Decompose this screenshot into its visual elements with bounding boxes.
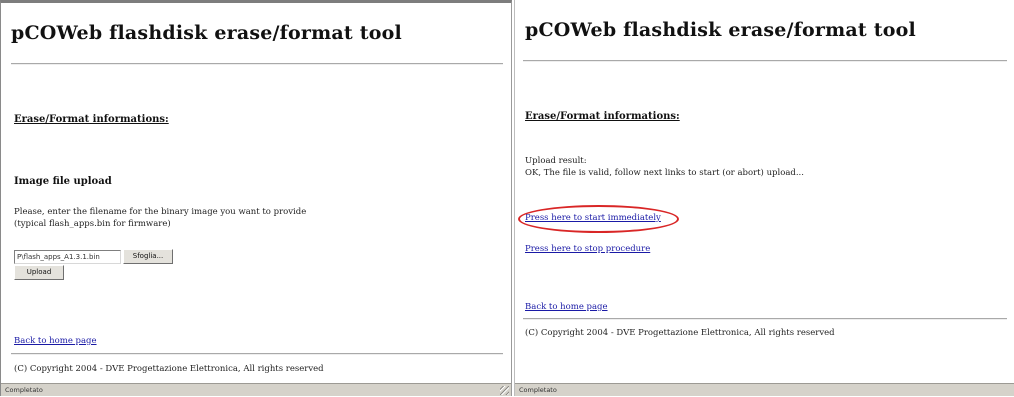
- status-bar: Completato: [515, 383, 1014, 396]
- upload-button[interactable]: Upload: [14, 265, 64, 280]
- status-bar: Completato: [1, 383, 511, 396]
- title-divider: [523, 60, 1007, 62]
- copyright-text: (C) Copyright 2004 - DVE Progettazione E…: [14, 364, 324, 374]
- copyright-text: (C) Copyright 2004 - DVE Progettazione E…: [525, 328, 835, 338]
- page-title: pCOWeb flashdisk erase/format tool: [11, 22, 402, 44]
- footer-divider: [11, 353, 503, 355]
- back-to-home-link[interactable]: Back to home page: [525, 302, 608, 312]
- section-heading: Erase/Format informations:: [14, 114, 169, 125]
- status-text: Completato: [519, 386, 557, 394]
- status-text: Completato: [5, 386, 43, 394]
- page-title: pCOWeb flashdisk erase/format tool: [525, 19, 916, 41]
- browse-button[interactable]: Sfoglia...: [123, 249, 173, 264]
- right-browser-window: pCOWeb flashdisk erase/format tool Erase…: [514, 0, 1014, 396]
- resize-grip-icon[interactable]: [500, 386, 509, 395]
- instructions-line-1: Please, enter the filename for the binar…: [14, 207, 307, 217]
- file-path-input[interactable]: P\flash_apps_A1.3.1.bin: [14, 250, 121, 264]
- left-browser-window: pCOWeb flashdisk erase/format tool Erase…: [0, 0, 512, 396]
- upload-result-message: OK, The file is valid, follow next links…: [525, 168, 804, 178]
- upload-heading: Image file upload: [14, 176, 112, 187]
- stop-procedure-link[interactable]: Press here to stop procedure: [525, 244, 650, 254]
- upload-result-label: Upload result:: [525, 156, 587, 166]
- footer-divider: [523, 318, 1007, 320]
- title-divider: [11, 63, 503, 65]
- back-to-home-link[interactable]: Back to home page: [14, 336, 97, 346]
- section-heading: Erase/Format informations:: [525, 111, 680, 122]
- highlight-circle: [518, 205, 679, 233]
- instructions-line-2: (typical flash_apps.bin for firmware): [14, 219, 171, 229]
